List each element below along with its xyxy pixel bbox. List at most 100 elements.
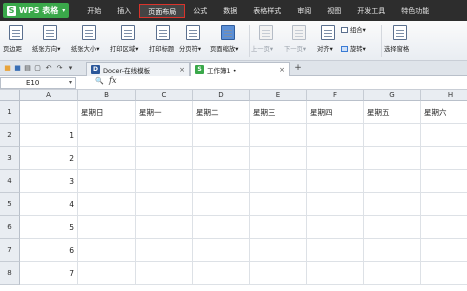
cell-g2[interactable] — [364, 124, 421, 147]
print-titles-button[interactable]: 打印标题 — [149, 24, 177, 58]
cell-e2[interactable] — [250, 124, 307, 147]
row-header-3[interactable]: 3 — [0, 147, 20, 170]
menu-home[interactable]: 开始 — [79, 4, 109, 18]
app-menu-button[interactable]: S WPS 表格 ▾ — [3, 3, 70, 18]
cell-d6[interactable] — [193, 216, 250, 239]
cell-c7[interactable] — [136, 239, 193, 262]
cell-b7[interactable] — [78, 239, 136, 262]
page-break-button[interactable]: 分页符▾ — [179, 24, 207, 58]
cell-e4[interactable] — [250, 170, 307, 193]
cell-f3[interactable] — [307, 147, 364, 170]
cell-b6[interactable] — [78, 216, 136, 239]
cell-g6[interactable] — [364, 216, 421, 239]
cell-b1[interactable]: 星期日 — [78, 101, 136, 124]
column-header-a[interactable]: A — [20, 90, 78, 101]
cell-c1[interactable]: 星期一 — [136, 101, 193, 124]
column-header-c[interactable]: C — [136, 90, 193, 101]
cell-d1[interactable]: 星期二 — [193, 101, 250, 124]
row-header-5[interactable]: 5 — [0, 193, 20, 216]
cell-f6[interactable] — [307, 216, 364, 239]
menu-data[interactable]: 数据 — [215, 4, 245, 18]
insert-function-icon[interactable]: fx — [109, 76, 116, 85]
cell-h1[interactable]: 星期六 — [421, 101, 467, 124]
cell-f8[interactable] — [307, 262, 364, 285]
cell-a6[interactable]: 5 — [20, 216, 78, 239]
cell-h6[interactable] — [421, 216, 467, 239]
cell-d3[interactable] — [193, 147, 250, 170]
print-icon[interactable]: ▤ — [23, 64, 32, 73]
column-header-h[interactable]: H — [421, 90, 467, 101]
cell-e8[interactable] — [250, 262, 307, 285]
row-header-2[interactable]: 2 — [0, 124, 20, 147]
column-header-d[interactable]: D — [193, 90, 250, 101]
cell-g8[interactable] — [364, 262, 421, 285]
row-header-1[interactable]: 1 — [0, 101, 20, 124]
cell-b4[interactable] — [78, 170, 136, 193]
save-icon[interactable]: ■ — [13, 64, 22, 73]
undo-icon[interactable]: ↶ — [44, 64, 53, 73]
tab-docer-templates[interactable]: D Docer-在线模板 × — [86, 62, 190, 76]
cell-g3[interactable] — [364, 147, 421, 170]
cell-b5[interactable] — [78, 193, 136, 216]
cell-g7[interactable] — [364, 239, 421, 262]
cell-e1[interactable]: 星期三 — [250, 101, 307, 124]
cell-a4[interactable]: 3 — [20, 170, 78, 193]
cell-a1[interactable] — [20, 101, 78, 124]
menu-insert[interactable]: 插入 — [109, 4, 139, 18]
zoom-icon[interactable]: 🔍 — [95, 77, 104, 85]
menu-view[interactable]: 视图 — [319, 4, 349, 18]
cell-b3[interactable] — [78, 147, 136, 170]
cell-g1[interactable]: 星期五 — [364, 101, 421, 124]
menu-formulas[interactable]: 公式 — [185, 4, 215, 18]
cell-h4[interactable] — [421, 170, 467, 193]
cell-f4[interactable] — [307, 170, 364, 193]
paper-size-button[interactable]: 纸张大小▾ — [71, 24, 107, 58]
cell-d7[interactable] — [193, 239, 250, 262]
cell-h3[interactable] — [421, 147, 467, 170]
cell-c6[interactable] — [136, 216, 193, 239]
cell-h8[interactable] — [421, 262, 467, 285]
cell-a3[interactable]: 2 — [20, 147, 78, 170]
cell-e6[interactable] — [250, 216, 307, 239]
cell-d4[interactable] — [193, 170, 250, 193]
preview-icon[interactable]: ▢ — [33, 64, 42, 73]
chevron-down-icon[interactable]: ▾ — [69, 78, 72, 88]
cell-d5[interactable] — [193, 193, 250, 216]
cell-g4[interactable] — [364, 170, 421, 193]
cell-f7[interactable] — [307, 239, 364, 262]
tab-workbook1[interactable]: S 工作簿1 • × — [190, 62, 290, 76]
select-all-corner[interactable] — [0, 90, 20, 101]
cell-c3[interactable] — [136, 147, 193, 170]
cell-h7[interactable] — [421, 239, 467, 262]
rotate-button[interactable]: 旋转▾ — [341, 44, 366, 53]
cell-h2[interactable] — [421, 124, 467, 147]
name-box[interactable]: E10 ▾ — [0, 77, 76, 89]
page-zoom-button[interactable]: 页面缩放▾ — [210, 24, 246, 58]
menu-developer[interactable]: 开发工具 — [349, 4, 393, 18]
cell-b8[interactable] — [78, 262, 136, 285]
cell-c8[interactable] — [136, 262, 193, 285]
column-header-e[interactable]: E — [250, 90, 307, 101]
column-header-b[interactable]: B — [78, 90, 136, 101]
cell-d2[interactable] — [193, 124, 250, 147]
menu-table-style[interactable]: 表格样式 — [245, 4, 289, 18]
row-header-6[interactable]: 6 — [0, 216, 20, 239]
row-header-8[interactable]: 8 — [0, 262, 20, 285]
cell-a5[interactable]: 4 — [20, 193, 78, 216]
row-header-4[interactable]: 4 — [0, 170, 20, 193]
cell-f5[interactable] — [307, 193, 364, 216]
cell-b2[interactable] — [78, 124, 136, 147]
cell-c4[interactable] — [136, 170, 193, 193]
new-tab-button[interactable]: + — [292, 62, 304, 75]
cell-e5[interactable] — [250, 193, 307, 216]
orientation-button[interactable]: 纸张方向▾ — [32, 24, 68, 58]
close-icon[interactable]: × — [173, 66, 185, 74]
menu-page-layout[interactable]: 页面布局 — [139, 3, 186, 18]
cell-d8[interactable] — [193, 262, 250, 285]
page-margin-button[interactable]: 页边距 — [3, 24, 29, 58]
cell-h5[interactable] — [421, 193, 467, 216]
cell-c5[interactable] — [136, 193, 193, 216]
menu-review[interactable]: 审阅 — [289, 4, 319, 18]
cell-g5[interactable] — [364, 193, 421, 216]
menu-special[interactable]: 特色功能 — [393, 4, 437, 18]
